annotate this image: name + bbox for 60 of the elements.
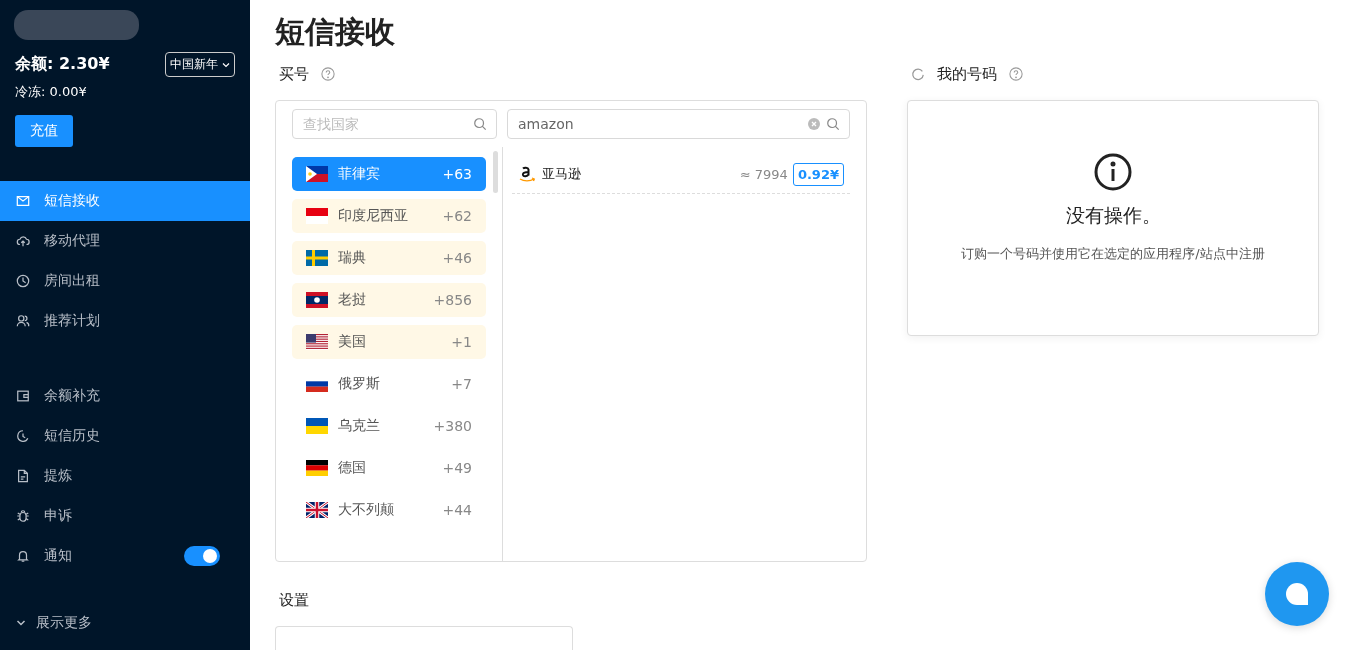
service-search-field[interactable]: amazon — [507, 109, 850, 139]
speech-bubble-icon — [1284, 581, 1310, 607]
frozen-text: 冷冻: 0.00¥ — [14, 83, 88, 101]
sidebar-item[interactable]: 通知 — [0, 536, 250, 576]
country-item[interactable]: 乌克兰 +380 — [292, 409, 486, 443]
search-icon[interactable] — [473, 117, 487, 131]
country-search-field[interactable]: 查找国家 — [292, 109, 497, 139]
section-label: 设置 — [279, 590, 309, 610]
sidebar-item[interactable]: 余额补充 — [0, 376, 250, 416]
page-title: 短信接收 — [275, 13, 396, 51]
help-icon[interactable] — [321, 67, 335, 81]
country-item[interactable]: 俄罗斯 +7 — [292, 367, 486, 401]
clock-icon — [16, 274, 30, 288]
cloud-upload-icon — [16, 234, 30, 248]
sweden-flag-icon — [306, 250, 328, 266]
empty-title: 没有操作。 — [1065, 203, 1161, 228]
chevron-down-icon — [222, 61, 230, 68]
laos-flag-icon — [306, 292, 328, 308]
chevron-down-icon — [16, 619, 26, 627]
search-icon[interactable] — [826, 117, 840, 131]
sidebar-item[interactable]: 移动代理 — [0, 221, 250, 261]
promo-select[interactable]: 中国新年 — [165, 52, 235, 77]
sidebar-item[interactable]: 申诉 — [0, 496, 250, 536]
sidebar-item[interactable]: 短信历史 — [0, 416, 250, 456]
history-icon — [16, 429, 30, 443]
uk-flag-icon — [306, 502, 328, 518]
service-row[interactable]: 亚马逊 ≈ 7994 0.92¥ — [512, 155, 850, 194]
country-item[interactable]: 瑞典 +46 — [292, 241, 486, 275]
country-item[interactable]: 老挝 +856 — [292, 283, 486, 317]
refresh-icon[interactable] — [911, 67, 925, 81]
clear-icon[interactable] — [808, 118, 820, 130]
sidebar-item[interactable]: 提炼 — [0, 456, 250, 496]
chat-button[interactable] — [1265, 562, 1329, 626]
indonesia-flag-icon — [306, 208, 328, 224]
users-icon — [16, 314, 30, 328]
country-item[interactable]: 美国 +1 — [292, 325, 486, 359]
balance-text: 余额: 2.30¥ — [15, 54, 110, 75]
letter-a-logo-icon — [518, 164, 538, 184]
toggle-switch[interactable] — [184, 546, 220, 566]
ukraine-flag-icon — [306, 418, 328, 434]
empty-description: 订购一个号码并使用它在选定的应用程序/站点中注册 — [961, 245, 1265, 263]
scrollbar-thumb[interactable] — [493, 151, 498, 193]
section-label: 买号 — [279, 64, 309, 84]
mail-icon — [16, 194, 30, 208]
germany-flag-icon — [306, 460, 328, 476]
sidebar-item[interactable]: 推荐计划 — [0, 301, 250, 341]
sidebar-item[interactable]: 房间出租 — [0, 261, 250, 301]
country-item[interactable]: 德国 +49 — [292, 451, 486, 485]
country-item[interactable]: 大不列颠 +44 — [292, 493, 486, 527]
country-item[interactable]: 印度尼西亚 +62 — [292, 199, 486, 233]
usa-flag-icon — [306, 334, 328, 350]
show-more-link[interactable]: 展示更多 — [0, 614, 250, 632]
section-label: 我的号码 — [937, 64, 997, 84]
document-icon — [16, 469, 30, 483]
bug-icon — [16, 509, 30, 523]
help-icon[interactable] — [1009, 67, 1023, 81]
bell-icon — [16, 549, 30, 563]
info-icon — [1094, 153, 1132, 191]
wallet-icon — [16, 389, 30, 403]
philippines-flag-icon — [306, 166, 328, 182]
